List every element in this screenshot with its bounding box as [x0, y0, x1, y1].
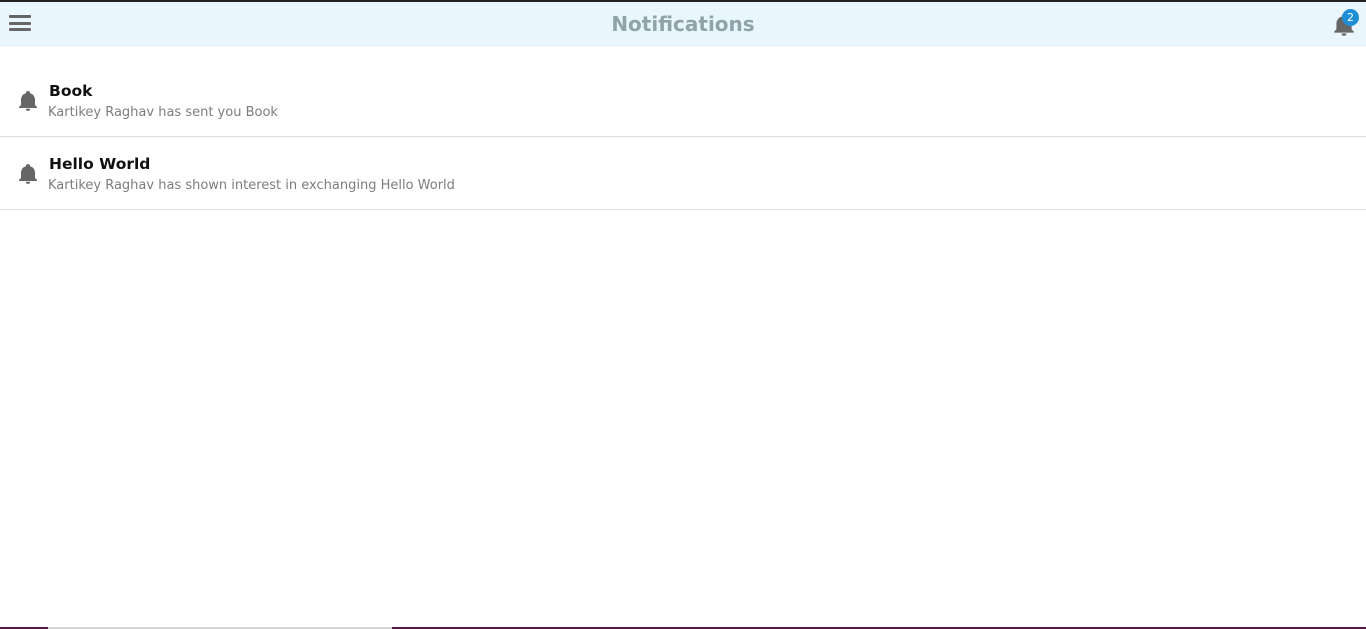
page-title: Notifications	[611, 12, 755, 36]
menu-bar	[9, 15, 31, 18]
notification-title: Book	[49, 82, 93, 100]
notification-list: Book Kartikey Raghav has sent you Book H…	[0, 64, 1366, 210]
notification-message: Kartikey Raghav has shown interest in ex…	[48, 178, 455, 193]
notification-title: Hello World	[49, 155, 151, 173]
notification-count-badge: 2	[1342, 9, 1359, 26]
bell-icon	[19, 91, 37, 111]
hamburger-menu-icon[interactable]	[8, 13, 32, 33]
bell-icon	[19, 164, 37, 184]
notification-item[interactable]: Book Kartikey Raghav has sent you Book	[0, 64, 1366, 137]
notification-item[interactable]: Hello World Kartikey Raghav has shown in…	[0, 137, 1366, 210]
menu-bar	[9, 28, 31, 31]
app-header: Notifications 2	[0, 2, 1366, 46]
notifications-button[interactable]: 2	[1331, 9, 1359, 38]
notification-message: Kartikey Raghav has sent you Book	[48, 105, 278, 120]
menu-bar	[9, 21, 31, 25]
